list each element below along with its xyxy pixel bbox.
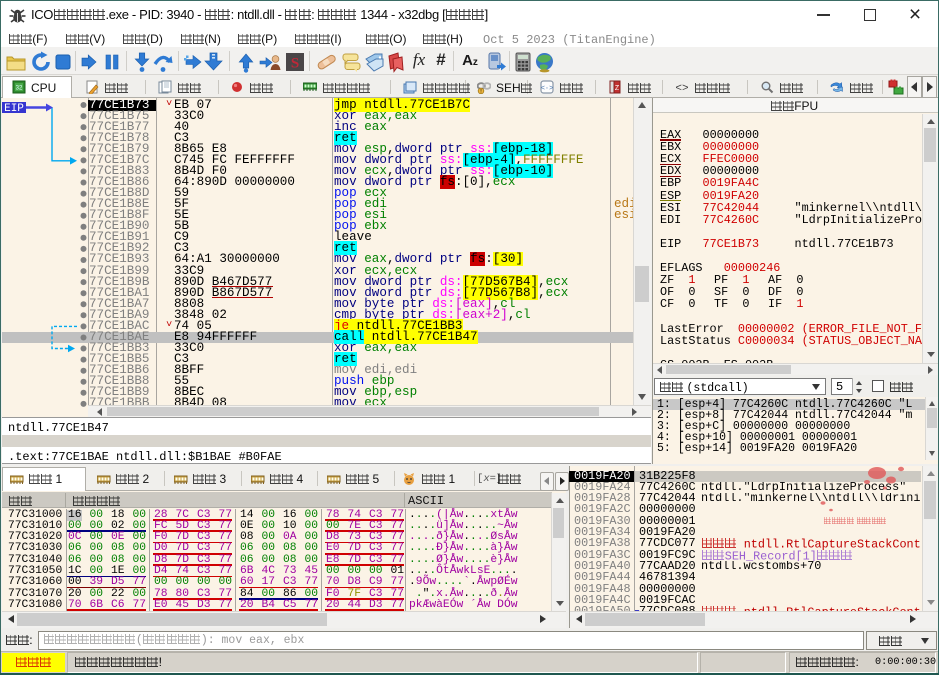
svg-text:32: 32 — [16, 86, 23, 92]
svg-text:<·>: <·> — [541, 85, 554, 93]
svg-text:S: S — [291, 56, 299, 72]
svg-text:Z: Z — [615, 85, 620, 92]
svg-text:<>: <> — [675, 83, 688, 94]
